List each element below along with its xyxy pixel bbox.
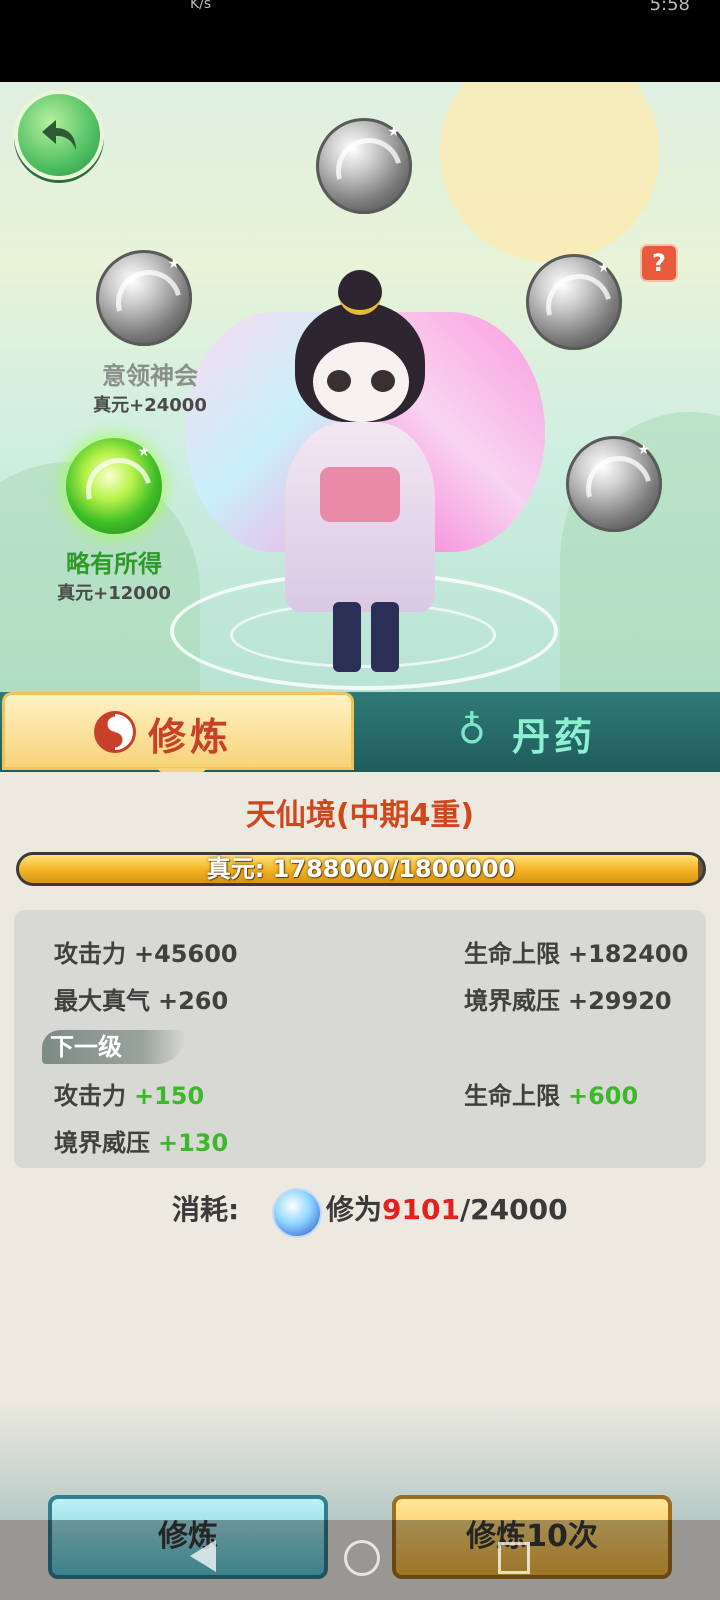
star-icon: ★ <box>167 256 180 272</box>
taiji-icon <box>94 711 136 753</box>
stat-label: 生命上限 <box>464 1082 560 1110</box>
stat-label: 攻击力 <box>54 1082 126 1110</box>
stat-label: 生命上限 <box>464 940 560 968</box>
stat-label: 最大真气 <box>54 987 150 1015</box>
node-orb-top[interactable]: ★ <box>316 118 415 217</box>
right-leg <box>371 602 399 672</box>
node-orb-active[interactable]: ★ <box>66 438 165 537</box>
next-stat-hp: 生命上限 +600 <box>464 1076 638 1111</box>
status-bar: K/s 5:58 <box>0 0 720 82</box>
tab-cultivate-label: 修炼 <box>148 715 233 759</box>
right-eye <box>371 370 395 392</box>
left-eye <box>327 370 351 392</box>
stat-label: 攻击力 <box>54 940 126 968</box>
stat-value: +45600 <box>134 940 238 968</box>
star-icon: ★ <box>387 124 400 140</box>
stat-value: +130 <box>158 1129 229 1157</box>
tab-pills-label: 丹药 <box>512 715 597 759</box>
progress-label: 真元: 1788000/1800000 <box>206 855 516 883</box>
character-avatar <box>185 270 545 692</box>
stat-hp: 生命上限 +182400 <box>464 934 688 969</box>
back-button[interactable] <box>14 90 104 180</box>
stat-realm-pressure: 境界威压 +29920 <box>464 981 672 1016</box>
next-stat-realm-pressure: 境界威压 +130 <box>54 1123 228 1158</box>
nav-recent-icon[interactable] <box>498 1542 530 1574</box>
node-orb-lower-right[interactable]: ★ <box>566 436 665 535</box>
zhenyuan-progress-bar: 真元: 1788000/1800000 <box>16 852 706 886</box>
sun-decoration <box>440 82 660 262</box>
gourd-icon: ♁ <box>458 708 486 752</box>
node-orb-upper-left[interactable]: ★ <box>96 250 195 349</box>
back-arrow-icon <box>42 120 76 150</box>
stat-label: 境界威压 <box>54 1129 150 1157</box>
stat-value: +150 <box>134 1082 205 1110</box>
node-label-locked: 意领神会 真元+24000 <box>60 356 240 417</box>
cultivation-orb-icon <box>272 1188 322 1238</box>
star-icon: ★ <box>137 444 150 460</box>
next-level-badge: 下一级 <box>42 1030 186 1064</box>
nav-home-icon[interactable] <box>344 1540 380 1576</box>
clock: 5:58 <box>649 0 690 15</box>
network-speed: K/s <box>190 0 212 12</box>
next-stat-attack: 攻击力 +150 <box>54 1076 204 1111</box>
sash <box>320 467 400 522</box>
stat-attack: 攻击力 +45600 <box>54 934 238 969</box>
star-icon: ★ <box>597 260 610 276</box>
nav-back-icon[interactable] <box>190 1540 216 1572</box>
star-icon: ★ <box>637 442 650 458</box>
stat-value: +29920 <box>568 987 672 1015</box>
stat-label: 境界威压 <box>464 987 560 1015</box>
node-gain: 真元+24000 <box>93 395 207 416</box>
realm-title: 天仙境(中期4重) <box>245 798 475 833</box>
cost-resource: 修为 <box>326 1193 383 1226</box>
stat-value: +260 <box>158 987 229 1015</box>
stat-value: +600 <box>568 1082 639 1110</box>
cost-need: /24000 <box>459 1193 568 1226</box>
node-name: 意领神会 <box>102 362 198 390</box>
hair-bun <box>338 270 382 315</box>
cost-label: 消耗: <box>172 1193 240 1226</box>
help-button[interactable]: ? <box>640 244 678 282</box>
node-label-unlocked: 略有所得 真元+12000 <box>24 544 204 605</box>
cost-value: 修为9101/24000 <box>326 1188 568 1228</box>
left-leg <box>333 602 361 672</box>
stat-max-qi: 最大真气 +260 <box>54 981 228 1016</box>
node-gain: 真元+12000 <box>57 583 171 604</box>
node-orb-upper-right[interactable]: ★ <box>526 254 625 353</box>
stat-value: +182400 <box>568 940 689 968</box>
node-name: 略有所得 <box>66 550 162 578</box>
cost-have: 9101 <box>382 1193 460 1226</box>
